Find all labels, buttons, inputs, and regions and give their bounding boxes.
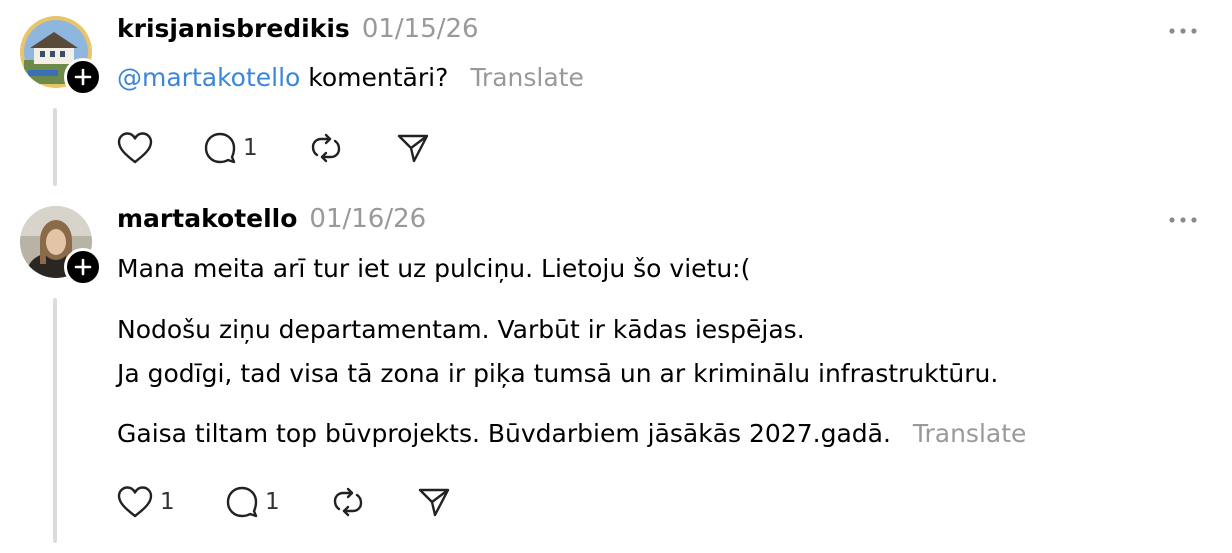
like-button[interactable] (116, 128, 154, 168)
follow-plus-button[interactable] (64, 58, 102, 96)
like-button[interactable]: 1 (116, 482, 175, 522)
post-text-line-4: Gaisa tiltam top būvprojekts. Būvdarbiem… (117, 419, 1026, 448)
post-text: @martakotello komentāri? Translate (117, 63, 584, 92)
translate-link[interactable]: Translate (470, 63, 584, 92)
post-date: 01/16/26 (309, 204, 427, 234)
reply-button[interactable]: 1 (225, 482, 280, 522)
thread-line (53, 108, 57, 186)
post-text-line-3: Ja godīgi, tad visa tā zona ir piķa tums… (117, 359, 999, 388)
post-2-avatar-wrap (20, 206, 102, 286)
like-count: 1 (160, 489, 175, 515)
follow-plus-button[interactable] (64, 248, 102, 286)
reply-count: 1 (265, 489, 280, 515)
plus-icon (74, 258, 92, 276)
username[interactable]: krisjanisbredikis (117, 14, 350, 43)
repost-button[interactable] (308, 128, 344, 168)
post-martakotello: martakotello 01/16/26 Mana meita arī tur… (0, 190, 1232, 553)
share-button[interactable] (417, 482, 451, 522)
post-header: martakotello 01/16/26 (117, 204, 426, 234)
post-body-text: komentāri? (308, 63, 449, 92)
post-body-text: Gaisa tiltam top būvprojekts. Būvdarbiem… (117, 419, 891, 448)
reply-count: 1 (243, 135, 258, 161)
translate-link[interactable]: Translate (913, 419, 1027, 448)
send-icon (397, 134, 429, 163)
mention-link[interactable]: @martakotello (117, 63, 300, 92)
plus-icon (74, 68, 92, 86)
more-options-icon[interactable] (1168, 214, 1198, 226)
repost-icon (333, 487, 363, 517)
share-button[interactable] (396, 128, 430, 168)
username[interactable]: martakotello (117, 204, 297, 233)
thread-line (53, 298, 57, 543)
post-date: 01/15/26 (361, 14, 479, 44)
heart-icon (117, 132, 153, 164)
comment-icon (226, 486, 258, 518)
post-header: krisjanisbredikis 01/15/26 (117, 14, 479, 44)
post-text-line-1: Mana meita arī tur iet uz pulciņu. Lieto… (117, 254, 751, 283)
heart-icon (117, 486, 153, 518)
send-icon (418, 488, 450, 517)
post-1-avatar-wrap (20, 16, 102, 96)
reply-button[interactable]: 1 (203, 128, 258, 168)
more-options-icon[interactable] (1168, 25, 1198, 37)
repost-icon (311, 133, 341, 163)
comment-icon (204, 132, 236, 164)
repost-button[interactable] (330, 482, 366, 522)
post-text-line-2: Nodošu ziņu departamentam. Varbūt ir kād… (117, 315, 805, 344)
post-krisjanisbredikis: krisjanisbredikis 01/15/26 @martakotello… (0, 0, 1232, 190)
